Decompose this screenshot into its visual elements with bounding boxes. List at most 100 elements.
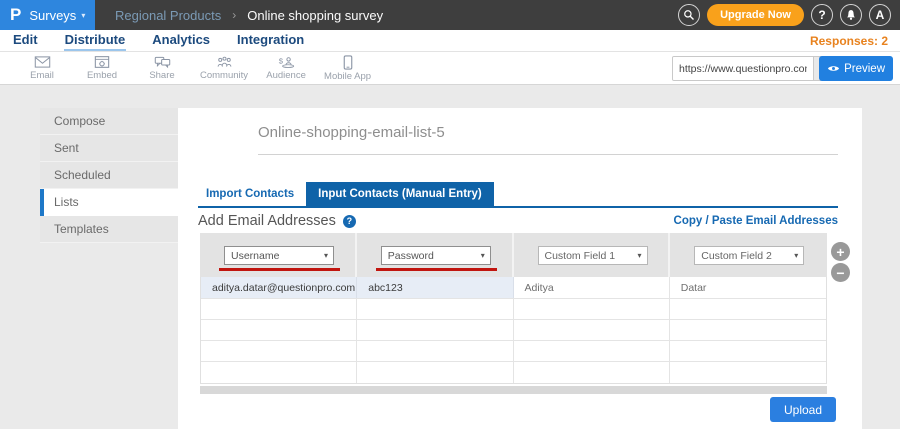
breadcrumb-separator: › <box>232 8 236 22</box>
toolbar-label-community: Community <box>200 70 248 81</box>
field-select-custom-2-value: Custom Field 2 <box>701 250 772 262</box>
contact-cell-custom-1[interactable]: Aditya <box>514 277 670 298</box>
column-header-username: Username ▾ <box>200 233 357 277</box>
contacts-table-header: Username ▾ Password ▾ <box>200 233 827 277</box>
contact-cell[interactable] <box>670 362 826 383</box>
field-select-custom-2[interactable]: Custom Field 2 ▾ <box>694 246 804 265</box>
contacts-table-body: aditya.datar@questionpro.com abc123 Adit… <box>200 277 827 384</box>
top-bar: P Surveys ▾ Regional Products › Online s… <box>0 0 900 30</box>
sidebar-item-templates[interactable]: Templates <box>40 216 178 243</box>
survey-url-group: ✎ <box>672 56 836 81</box>
field-select-custom-1-value: Custom Field 1 <box>545 250 616 262</box>
table-row <box>201 362 826 383</box>
contact-cell[interactable] <box>514 299 670 319</box>
sidebar-item-lists[interactable]: Lists <box>40 189 178 216</box>
contact-cell[interactable] <box>670 299 826 319</box>
section-title: Add Email Addresses <box>198 213 336 229</box>
app-window: P Surveys ▾ Regional Products › Online s… <box>0 0 900 429</box>
tab-import-contacts[interactable]: Import Contacts <box>198 183 306 206</box>
product-name: Surveys <box>29 8 76 23</box>
lists-panel: Online-shopping-email-list-5 Import Cont… <box>178 108 862 429</box>
contact-cell[interactable] <box>514 362 670 383</box>
tab-integration[interactable]: Integration <box>236 30 305 51</box>
chevron-down-icon: ▾ <box>481 251 485 260</box>
contact-cell[interactable] <box>357 341 513 361</box>
table-row <box>201 320 826 341</box>
column-header-password: Password ▾ <box>357 233 514 277</box>
table-row: aditya.datar@questionpro.com abc123 Adit… <box>201 277 826 299</box>
audience-icon: $ <box>277 55 295 69</box>
question-mark-icon: ? <box>818 8 825 22</box>
search-icon <box>683 9 695 21</box>
contact-cell[interactable] <box>201 320 357 340</box>
chevron-down-icon: ▾ <box>794 251 798 260</box>
contact-cell[interactable] <box>514 341 670 361</box>
contact-cell[interactable] <box>514 320 670 340</box>
survey-url-input[interactable] <box>673 57 813 80</box>
contact-cell[interactable] <box>201 341 357 361</box>
contact-cell[interactable] <box>670 320 826 340</box>
toolbar-label-mobile-audience: Audience <box>266 70 306 81</box>
toolbar-item-share[interactable]: Share <box>140 55 184 81</box>
preview-button[interactable]: Preview <box>819 56 893 81</box>
sidebar-item-compose[interactable]: Compose <box>40 108 178 135</box>
email-sidebar: Compose Sent Scheduled Lists Templates <box>40 108 178 243</box>
avatar[interactable]: A <box>869 4 891 26</box>
toolbar-item-audience[interactable]: $ Audience <box>264 55 308 81</box>
sidebar-item-sent[interactable]: Sent <box>40 135 178 162</box>
community-icon <box>216 55 233 69</box>
contact-cell[interactable] <box>357 320 513 340</box>
contact-cell-password[interactable]: abc123 <box>357 277 513 298</box>
add-emails-header: Add Email Addresses ? Copy / Paste Email… <box>198 213 838 229</box>
toolbar-item-mobile-app[interactable]: Mobile App <box>324 55 371 82</box>
contact-cell-email[interactable]: aditya.datar@questionpro.com <box>201 277 357 298</box>
search-button[interactable] <box>678 4 700 26</box>
mapped-field-underline <box>376 268 497 271</box>
page-body: Compose Sent Scheduled Lists Templates O… <box>0 85 900 429</box>
remove-row-button[interactable]: − <box>831 263 850 282</box>
add-row-button[interactable]: + <box>831 242 850 261</box>
responses-count[interactable]: Responses: 2 <box>810 30 888 51</box>
share-icon <box>154 55 171 69</box>
avatar-initial: A <box>876 8 885 22</box>
breadcrumb-survey-name[interactable]: Online shopping survey <box>247 8 383 23</box>
contact-cell-custom-2[interactable]: Datar <box>670 277 826 298</box>
contact-cell[interactable] <box>357 299 513 319</box>
toolbar-item-community[interactable]: Community <box>200 55 248 81</box>
embed-icon <box>94 55 110 69</box>
sidebar-item-scheduled[interactable]: Scheduled <box>40 162 178 189</box>
contacts-tabs: Import Contacts Input Contacts (Manual E… <box>198 182 838 208</box>
toolbar-item-email[interactable]: Email <box>20 55 64 81</box>
horizontal-scrollbar[interactable] <box>200 386 827 394</box>
chevron-down-icon: ▾ <box>324 251 328 260</box>
tab-edit[interactable]: Edit <box>12 30 39 51</box>
product-menu[interactable]: P Surveys ▾ <box>0 0 95 30</box>
contact-cell[interactable] <box>201 299 357 319</box>
copy-paste-link[interactable]: Copy / Paste Email Addresses <box>674 215 838 227</box>
upload-button[interactable]: Upload <box>770 397 836 422</box>
tab-analytics[interactable]: Analytics <box>151 30 211 51</box>
help-button[interactable]: ? <box>811 4 833 26</box>
email-icon <box>34 55 51 69</box>
breadcrumb-folder[interactable]: Regional Products <box>115 8 221 23</box>
survey-nav: Edit Distribute Analytics Integration Re… <box>0 30 900 52</box>
tab-distribute[interactable]: Distribute <box>64 30 127 51</box>
tab-input-contacts-manual[interactable]: Input Contacts (Manual Entry) <box>306 182 494 206</box>
svg-text:$: $ <box>279 56 284 65</box>
field-select-password[interactable]: Password ▾ <box>381 246 491 265</box>
contact-cell[interactable] <box>670 341 826 361</box>
upgrade-now-button[interactable]: Upgrade Now <box>707 4 804 26</box>
contacts-table: Username ▾ Password ▾ <box>200 233 827 394</box>
contact-cell[interactable] <box>201 362 357 383</box>
help-icon[interactable]: ? <box>343 215 356 228</box>
column-header-custom-field-1: Custom Field 1 ▾ <box>514 233 671 277</box>
row-controls: + − <box>831 242 850 282</box>
mobile-app-icon <box>343 55 353 70</box>
contact-cell[interactable] <box>357 362 513 383</box>
toolbar-item-embed[interactable]: Embed <box>80 55 124 81</box>
field-select-custom-1[interactable]: Custom Field 1 ▾ <box>538 246 648 265</box>
bell-icon <box>845 9 857 21</box>
email-list-name[interactable]: Online-shopping-email-list-5 <box>258 124 838 155</box>
field-select-username[interactable]: Username ▾ <box>224 246 334 265</box>
notifications-button[interactable] <box>840 4 862 26</box>
